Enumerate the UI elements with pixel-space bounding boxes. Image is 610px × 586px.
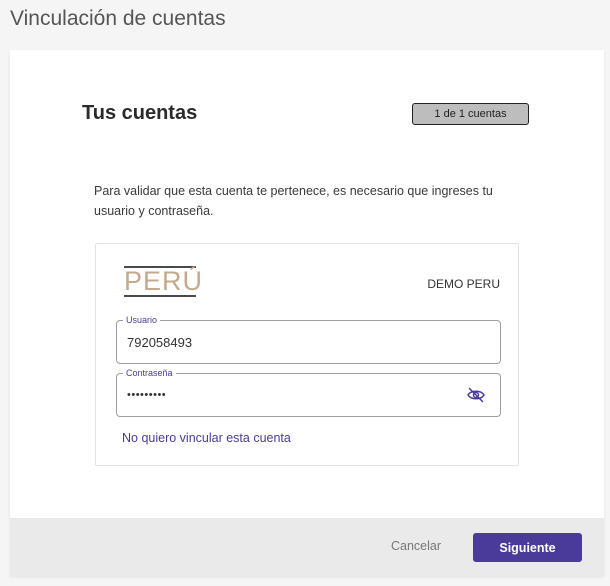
password-label: Contraseña — [123, 367, 176, 379]
card-heading: Tus cuentas — [82, 102, 198, 124]
account-panel: PERÚ DEMO PERU Usuario Contraseña ••••••… — [95, 243, 519, 466]
password-input[interactable]: ••••••••• — [127, 389, 447, 401]
next-button[interactable]: Siguiente — [473, 533, 582, 562]
logo-text: PERÚ — [124, 266, 204, 296]
username-label: Usuario — [123, 314, 161, 326]
entity-logo: PERÚ — [124, 266, 202, 298]
account-counter-badge: 1 de 1 cuentas — [412, 103, 529, 125]
entity-name: DEMO PERU — [427, 277, 500, 291]
cancel-button[interactable]: Cancelar — [391, 539, 441, 553]
card-footer: Cancelar Siguiente — [10, 518, 604, 576]
page-title: Vinculación de cuentas — [10, 7, 226, 30]
skip-link-account-link[interactable]: No quiero vincular esta cuenta — [122, 431, 291, 445]
accounts-card: Tus cuentas 1 de 1 cuentas Para validar … — [10, 50, 604, 576]
eye-off-icon[interactable] — [466, 386, 486, 404]
username-input[interactable] — [127, 335, 447, 350]
logo-bar-bottom — [124, 295, 196, 297]
instructions-text: Para validar que esta cuenta te pertenec… — [94, 184, 493, 218]
username-field[interactable]: Usuario — [116, 314, 501, 364]
password-field[interactable]: Contraseña ••••••••• — [116, 367, 501, 417]
